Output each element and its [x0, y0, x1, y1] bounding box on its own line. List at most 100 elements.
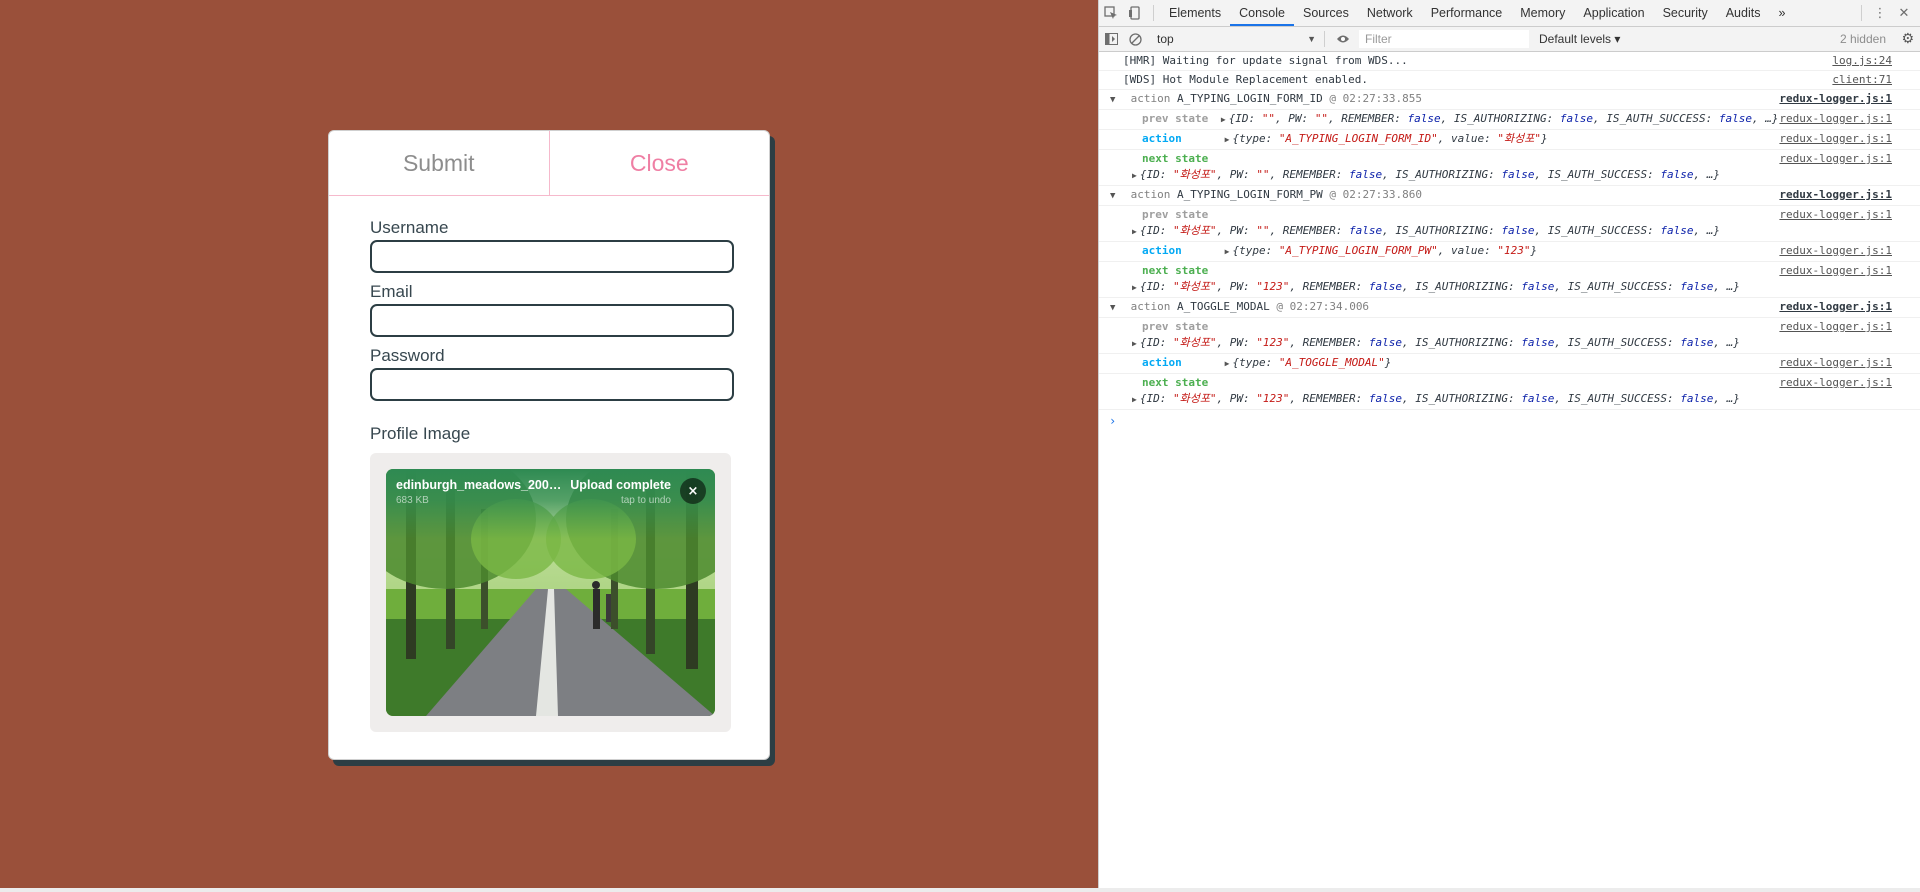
tab-performance[interactable]: Performance: [1422, 0, 1512, 26]
toolbar-divider: [1861, 5, 1862, 21]
tab-console[interactable]: Console: [1230, 0, 1294, 26]
action-keyword: action: [1130, 92, 1171, 105]
remove-upload-button[interactable]: ×: [680, 478, 706, 504]
gear-icon[interactable]: ⚙: [1901, 31, 1914, 47]
profile-image-label: Profile Image: [370, 424, 471, 443]
username-field[interactable]: [370, 240, 734, 273]
close-devtools-icon[interactable]: ✕: [1892, 0, 1916, 26]
dropdown-arrow-icon: ▼: [1307, 34, 1316, 44]
upload-status: Upload complete: [570, 478, 671, 492]
log-source-link[interactable]: log.js:24: [1832, 54, 1892, 68]
action-label: action: [1142, 244, 1182, 257]
state-object[interactable]: ▶ {ID: "화성포", PW: "", REMEMBER: false, IS…: [1132, 224, 1720, 237]
context-selector[interactable]: top ▼: [1153, 30, 1318, 48]
action-group-header[interactable]: ▼ action A_TYPING_LOGIN_FORM_PW @ 02:27:…: [1099, 186, 1920, 206]
email-field[interactable]: [370, 304, 734, 337]
prev-state-label: prev state: [1142, 112, 1209, 125]
expand-triangle-icon: ▶: [1220, 115, 1226, 124]
tab-security[interactable]: Security: [1654, 0, 1717, 26]
email-label: Email: [370, 282, 413, 301]
tab-sources[interactable]: Sources: [1294, 0, 1358, 26]
log-source-link[interactable]: redux-logger.js:1: [1779, 264, 1892, 277]
tab-network[interactable]: Network: [1358, 0, 1422, 26]
password-field[interactable]: [370, 368, 734, 401]
username-label: Username: [370, 218, 449, 237]
devtools-window-controls: ⋮ ✕: [1855, 0, 1916, 26]
state-object[interactable]: ▶ {ID: "화성포", PW: "123", REMEMBER: false,…: [1132, 280, 1740, 293]
next-state-line: next state ▶ {ID: "화성포", PW: "", REMEMBER…: [1099, 150, 1920, 186]
log-source-link[interactable]: client:71: [1832, 73, 1892, 87]
action-object[interactable]: ▶ {type: "A_TYPING_LOGIN_FORM_ID", value:…: [1225, 132, 1548, 145]
expand-triangle-icon: ▶: [1224, 247, 1230, 256]
log-source-link[interactable]: redux-logger.js:1: [1779, 244, 1892, 258]
state-object[interactable]: ▶ {ID: "화성포", PW: "", REMEMBER: false, IS…: [1132, 168, 1720, 181]
tab-audits[interactable]: Audits: [1717, 0, 1770, 26]
expand-triangle-icon: ▶: [1132, 395, 1137, 404]
expand-triangle-icon[interactable]: ▼: [1110, 189, 1124, 203]
state-object[interactable]: ▶ {ID: "화성포", PW: "123", REMEMBER: false,…: [1132, 392, 1740, 405]
more-tabs-icon[interactable]: »: [1769, 0, 1794, 26]
expand-triangle-icon: ▶: [1224, 359, 1230, 368]
expand-triangle-icon[interactable]: ▼: [1110, 93, 1124, 107]
console-toolbar: top ▼ Filter Default levels ▾ 2 hidden ⚙: [1099, 27, 1920, 52]
expand-triangle-icon: ▶: [1132, 171, 1137, 180]
console-filter-input[interactable]: Filter: [1359, 30, 1529, 48]
next-state-label: next state: [1142, 264, 1209, 277]
action-line: action ▶ {type: "A_TOGGLE_MODAL"} redux-l…: [1099, 354, 1920, 374]
kebab-menu-icon[interactable]: ⋮: [1868, 0, 1892, 26]
action-object[interactable]: ▶ {type: "A_TOGGLE_MODAL"}: [1225, 356, 1392, 369]
console-prompt[interactable]: ›: [1099, 410, 1920, 428]
uploaded-image-item: edinburgh_meadows_2008··· 683 KB Upload …: [386, 469, 715, 716]
log-source-link[interactable]: redux-logger.js:1: [1779, 188, 1892, 202]
action-group-header[interactable]: ▼ action A_TYPING_LOGIN_FORM_ID @ 02:27:…: [1099, 90, 1920, 110]
state-object[interactable]: ▶ {ID: "", PW: "", REMEMBER: false, IS_AU…: [1221, 112, 1779, 125]
tab-application[interactable]: Application: [1574, 0, 1653, 26]
action-line: action ▶ {type: "A_TYPING_LOGIN_FORM_ID",…: [1099, 130, 1920, 150]
log-source-link[interactable]: redux-logger.js:1: [1779, 132, 1892, 146]
log-source-link[interactable]: redux-logger.js:1: [1779, 376, 1892, 389]
action-name: A_TOGGLE_MODAL: [1177, 300, 1270, 313]
action-keyword: action: [1130, 188, 1171, 201]
expand-triangle-icon[interactable]: ▼: [1110, 301, 1124, 315]
log-source-link[interactable]: redux-logger.js:1: [1779, 320, 1892, 333]
prev-state-label: prev state: [1142, 320, 1209, 333]
log-levels-dropdown[interactable]: Default levels ▾: [1539, 32, 1620, 46]
image-uploader[interactable]: edinburgh_meadows_2008··· 683 KB Upload …: [370, 453, 731, 732]
device-toolbar-icon[interactable]: [1123, 0, 1147, 26]
clear-console-icon[interactable]: [1123, 26, 1147, 52]
tab-memory[interactable]: Memory: [1511, 0, 1574, 26]
action-line: action ▶ {type: "A_TYPING_LOGIN_FORM_PW",…: [1099, 242, 1920, 262]
tab-elements[interactable]: Elements: [1160, 0, 1230, 26]
submit-button[interactable]: Submit: [329, 131, 550, 195]
state-object[interactable]: ▶ {ID: "화성포", PW: "123", REMEMBER: false,…: [1132, 336, 1740, 349]
action-object[interactable]: ▶ {type: "A_TYPING_LOGIN_FORM_PW", value:…: [1225, 244, 1538, 257]
login-modal: Submit Close Username Email Password Pro…: [328, 130, 770, 760]
log-source-link[interactable]: redux-logger.js:1: [1779, 356, 1892, 370]
expand-triangle-icon: ▶: [1224, 135, 1230, 144]
login-form: Username Email Password Profile Image ed…: [329, 196, 769, 732]
password-label: Password: [370, 346, 445, 365]
log-source-link[interactable]: redux-logger.js:1: [1779, 208, 1892, 221]
log-source-link[interactable]: redux-logger.js:1: [1779, 300, 1892, 314]
log-source-link[interactable]: redux-logger.js:1: [1779, 152, 1892, 165]
toolbar-divider: [1324, 31, 1325, 47]
window-bottom-edge: [0, 888, 1920, 892]
upload-file-name: edinburgh_meadows_2008···: [396, 478, 566, 492]
action-group-header[interactable]: ▼ action A_TOGGLE_MODAL @ 02:27:34.006 r…: [1099, 298, 1920, 318]
sidebar-toggle-icon[interactable]: [1099, 26, 1123, 52]
hidden-messages-count: 2 hidden: [1839, 32, 1886, 46]
next-state-label: next state: [1142, 376, 1209, 389]
log-source-link[interactable]: redux-logger.js:1: [1779, 112, 1892, 126]
close-button[interactable]: Close: [550, 131, 770, 195]
next-state-line: next state ▶ {ID: "화성포", PW: "123", REMEM…: [1099, 374, 1920, 410]
action-time: @ 02:27:33.860: [1329, 188, 1423, 201]
prev-state-label: prev state: [1142, 208, 1209, 221]
upload-undo-hint[interactable]: tap to undo: [621, 495, 671, 506]
log-source-link[interactable]: redux-logger.js:1: [1779, 92, 1892, 106]
action-label: action: [1142, 356, 1182, 369]
inspect-element-icon[interactable]: [1099, 0, 1123, 26]
devtools-panel: Elements Console Sources Network Perform…: [1098, 0, 1920, 888]
log-message: [HMR] Waiting for update signal from WDS…: [1123, 54, 1408, 67]
expand-triangle-icon: ▶: [1132, 339, 1137, 348]
live-expression-eye-icon[interactable]: [1331, 26, 1355, 52]
